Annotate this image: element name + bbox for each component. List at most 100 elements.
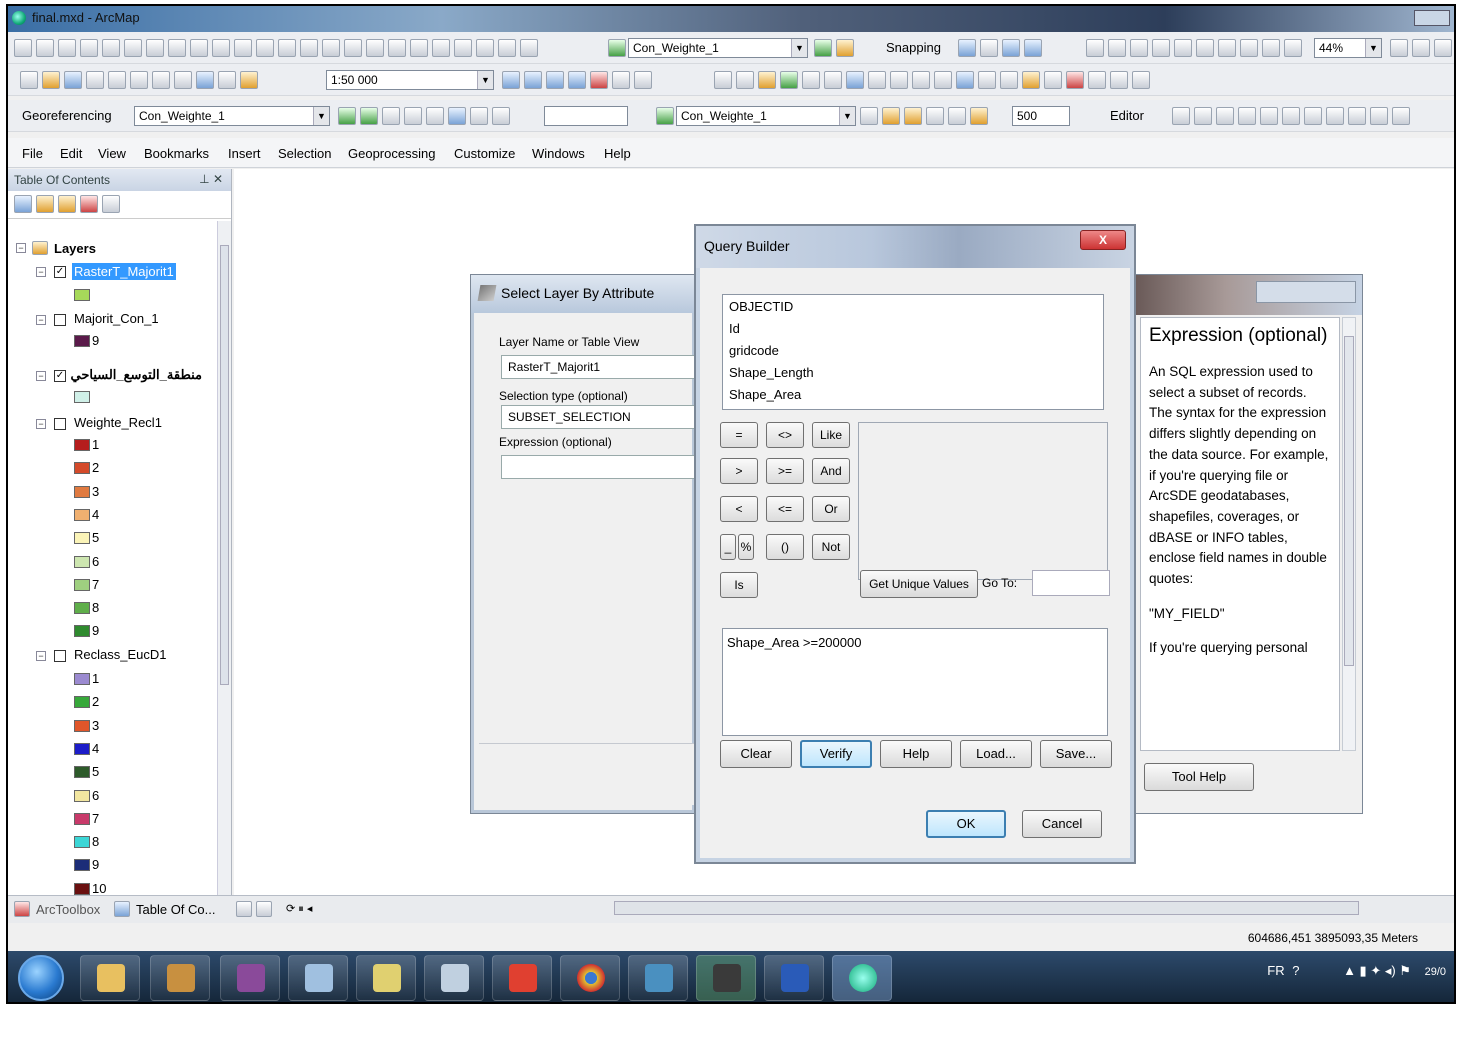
find-route-icon[interactable] [1066, 71, 1084, 89]
op-underscore-button[interactable]: _ [720, 534, 736, 560]
rotation-field[interactable] [544, 106, 628, 126]
tool-icon[interactable] [58, 39, 76, 57]
taskbar-word[interactable] [764, 955, 824, 1001]
field-list[interactable]: OBJECTID Id gridcode Shape_Length Shape_… [722, 294, 1104, 410]
find-binoculars-icon[interactable] [1044, 71, 1062, 89]
measure-icon[interactable] [1022, 71, 1040, 89]
help-icon[interactable]: ? [1292, 963, 1299, 978]
paste-icon[interactable] [152, 71, 170, 89]
fixed-zoom-in-icon[interactable] [802, 71, 820, 89]
layer-visibility-checkbox[interactable]: ✓ [54, 370, 66, 382]
edit-vertices-icon[interactable] [1282, 107, 1300, 125]
search-window-icon[interactable] [568, 71, 586, 89]
clear-button[interactable]: Clear [720, 740, 792, 768]
edge-snap-icon[interactable] [1024, 39, 1042, 57]
tool-icon[interactable] [1412, 39, 1430, 57]
print-icon[interactable] [86, 71, 104, 89]
undo-icon[interactable] [196, 71, 214, 89]
taskbar-chrome[interactable] [560, 955, 620, 1001]
tab-arctoolbox[interactable]: ArcToolbox [36, 902, 100, 917]
verify-button[interactable]: Verify [800, 740, 872, 768]
delete-icon[interactable] [174, 71, 192, 89]
identify-icon[interactable] [956, 71, 974, 89]
hyperlink-icon[interactable] [978, 71, 996, 89]
end-point-arc-icon[interactable] [1238, 107, 1256, 125]
op-not-button[interactable]: Not [812, 534, 850, 560]
tool-icon[interactable] [410, 39, 428, 57]
collapse-icon[interactable]: − [36, 315, 46, 325]
field-item[interactable]: Shape_Area [723, 383, 1103, 405]
html-popup-icon[interactable] [1000, 71, 1018, 89]
layer-combo[interactable]: Con_Weighte_1 ▼ [628, 38, 808, 58]
refresh-pause-icons[interactable]: ⟳ ⏸ ◂ [286, 902, 312, 916]
taskbar-picture-viewer[interactable] [628, 955, 688, 1001]
list-by-drawing-order-icon[interactable] [14, 195, 32, 213]
redo-icon[interactable] [218, 71, 236, 89]
op-like-button[interactable]: Like [812, 422, 850, 448]
flicker-rate-icon[interactable] [970, 107, 988, 125]
chevron-down-icon[interactable]: ▼ [477, 71, 493, 89]
chevron-down-icon[interactable]: ▼ [313, 107, 329, 125]
tool-icon[interactable] [322, 39, 340, 57]
toc-layer-weighte-recl1[interactable]: Weighte_Recl1 [74, 415, 162, 430]
pin-close-icons[interactable]: ⊥ ✕ [199, 172, 223, 186]
new-document-icon[interactable] [20, 71, 38, 89]
op-or-button[interactable]: Or [812, 496, 850, 522]
tool-icon[interactable] [1284, 39, 1302, 57]
add-data-icon[interactable] [240, 71, 258, 89]
tray-icons[interactable]: ▲ ▮ ✦ ◂) ⚑ [1343, 963, 1411, 978]
cut-polygons-icon[interactable] [1326, 107, 1344, 125]
menu-selection[interactable]: Selection [278, 146, 331, 161]
scrollbar-thumb[interactable] [220, 245, 229, 685]
layer-visibility-checkbox[interactable] [54, 418, 66, 430]
taskbar-winrar[interactable] [220, 955, 280, 1001]
window-controls[interactable] [1256, 281, 1356, 303]
map-horizontal-scrollbar[interactable] [614, 901, 1359, 915]
add-control-points-icon[interactable] [338, 107, 356, 125]
collapse-icon[interactable]: − [36, 651, 46, 661]
save-button[interactable]: Save... [1040, 740, 1112, 768]
tool-icon[interactable] [80, 39, 98, 57]
tool-icon[interactable] [1152, 39, 1170, 57]
tool-icon[interactable] [1196, 39, 1214, 57]
viewer-window-icon[interactable] [1132, 71, 1150, 89]
cancel-button[interactable]: Cancel [1022, 810, 1102, 838]
expression-field[interactable] [501, 455, 695, 479]
op-and-button[interactable]: And [812, 458, 850, 484]
go-to-input[interactable] [1032, 570, 1110, 596]
ok-button[interactable]: OK [926, 810, 1006, 838]
control-point-icon[interactable] [360, 107, 378, 125]
collapse-icon[interactable]: − [16, 243, 26, 253]
tool-icon[interactable] [454, 39, 472, 57]
control-point-icon[interactable] [382, 107, 400, 125]
data-view-icon[interactable] [236, 901, 252, 917]
op-greater-equal-button[interactable]: >= [766, 458, 804, 484]
tool-icon[interactable] [102, 39, 120, 57]
tool-icon[interactable] [256, 39, 274, 57]
field-item[interactable]: Shape_Length [723, 361, 1103, 383]
tool-icon[interactable] [1262, 39, 1280, 57]
op-is-button[interactable]: Is [720, 572, 758, 598]
reshape-icon[interactable] [1304, 107, 1322, 125]
tool-icon[interactable] [388, 39, 406, 57]
brightness-icon[interactable] [882, 107, 900, 125]
tool-icon[interactable] [234, 39, 252, 57]
end-snap-icon[interactable] [980, 39, 998, 57]
time-slider-icon[interactable] [1110, 71, 1128, 89]
tool-icon[interactable] [168, 39, 186, 57]
load-button[interactable]: Load... [960, 740, 1032, 768]
tool-icon[interactable] [146, 39, 164, 57]
contrast-icon[interactable] [860, 107, 878, 125]
select-elements-icon[interactable] [934, 71, 952, 89]
op-greater-button[interactable]: > [720, 458, 758, 484]
list-by-source-icon[interactable] [36, 195, 54, 213]
tool-icon[interactable] [36, 39, 54, 57]
fixed-zoom-out-icon[interactable] [824, 71, 842, 89]
catalog-window-icon[interactable] [546, 71, 564, 89]
field-item[interactable]: gridcode [723, 339, 1103, 361]
scrollbar-thumb[interactable] [1344, 336, 1354, 666]
menu-edit[interactable]: Edit [60, 146, 82, 161]
save-icon[interactable] [64, 71, 82, 89]
op-less-equal-button[interactable]: <= [766, 496, 804, 522]
transparency-icon[interactable] [904, 107, 922, 125]
